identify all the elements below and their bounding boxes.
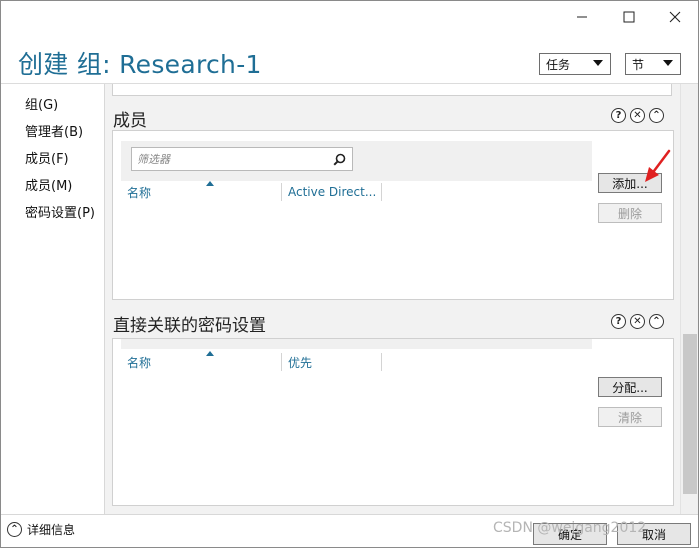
- collapse-icon[interactable]: ⌃: [649, 314, 664, 329]
- members-section-box: 筛选器 名称 Active Direct... 添加... 删除: [112, 130, 674, 300]
- filter-placeholder: 筛选器: [137, 153, 170, 166]
- add-member-button[interactable]: 添加...: [598, 173, 662, 193]
- chevron-down-icon: [593, 60, 603, 66]
- password-settings-list[interactable]: 名称 优先: [121, 351, 592, 501]
- search-icon[interactable]: [333, 153, 346, 166]
- close-window-icon[interactable]: [660, 7, 690, 27]
- watermark: CSDN @weigang2012: [493, 520, 647, 536]
- sidebar-nav: 组(G) 管理者(B) 成员(F) 成员(M) 密码设置(P): [1, 84, 105, 514]
- minimize-icon[interactable]: [567, 7, 597, 27]
- password-section-box: 名称 优先 分配... 清除: [112, 338, 674, 506]
- password-list-strip: [121, 339, 592, 349]
- previous-section-bottom: [112, 84, 672, 96]
- content-area: 成员 ? ✕ ⌃ 筛选器 名称 Active Direct... 添加... 删…: [105, 84, 680, 514]
- expand-icon: ⌃: [7, 522, 22, 537]
- column-divider: [381, 183, 382, 201]
- help-icon[interactable]: ?: [611, 314, 626, 329]
- create-group-window: 创建 组: Research-1 任务 节 组(G) 管理者(B) 成员(F) …: [0, 0, 699, 548]
- column-divider: [381, 353, 382, 371]
- members-list[interactable]: 名称 Active Direct...: [121, 181, 592, 295]
- password-col-name[interactable]: 名称: [121, 352, 281, 372]
- nav-item-group[interactable]: 组(G): [25, 94, 58, 113]
- remove-member-button[interactable]: 删除: [598, 203, 662, 223]
- collapse-icon[interactable]: ⌃: [649, 108, 664, 123]
- vertical-scrollbar[interactable]: [680, 84, 698, 514]
- nav-item-managed-by[interactable]: 管理者(B): [25, 121, 83, 140]
- tasks-dropdown[interactable]: 任务: [539, 53, 611, 75]
- tasks-dropdown-label: 任务: [546, 57, 571, 72]
- close-icon[interactable]: ✕: [630, 314, 645, 329]
- assign-button[interactable]: 分配...: [598, 377, 662, 397]
- members-section-title: 成员: [113, 111, 147, 131]
- password-section-icons: ? ✕ ⌃: [611, 314, 664, 329]
- section-dropdown-label: 节: [632, 57, 645, 72]
- page-title: 创建 组: Research-1: [18, 50, 262, 79]
- password-col-precedence[interactable]: 优先: [282, 352, 382, 372]
- password-section-title: 直接关联的密码设置: [113, 316, 266, 336]
- nav-item-member-of[interactable]: 成员(F): [25, 148, 69, 167]
- help-icon[interactable]: ?: [611, 108, 626, 123]
- details-toggle[interactable]: ⌃ 详细信息: [7, 521, 75, 538]
- maximize-icon[interactable]: [614, 7, 644, 27]
- chevron-down-icon: [663, 60, 673, 66]
- section-dropdown[interactable]: 节: [625, 53, 681, 75]
- nav-item-members[interactable]: 成员(M): [25, 175, 72, 194]
- members-col-name[interactable]: 名称: [121, 182, 281, 202]
- nav-item-password-settings[interactable]: 密码设置(P): [25, 202, 95, 221]
- members-col-active-directory[interactable]: Active Direct...: [282, 182, 382, 202]
- close-icon[interactable]: ✕: [630, 108, 645, 123]
- details-label: 详细信息: [27, 523, 76, 537]
- members-section-icons: ? ✕ ⌃: [611, 108, 664, 123]
- scrollbar-thumb[interactable]: [683, 334, 697, 494]
- filter-input[interactable]: 筛选器: [131, 147, 353, 171]
- clear-button[interactable]: 清除: [598, 407, 662, 427]
- filter-strip: 筛选器: [121, 141, 592, 181]
